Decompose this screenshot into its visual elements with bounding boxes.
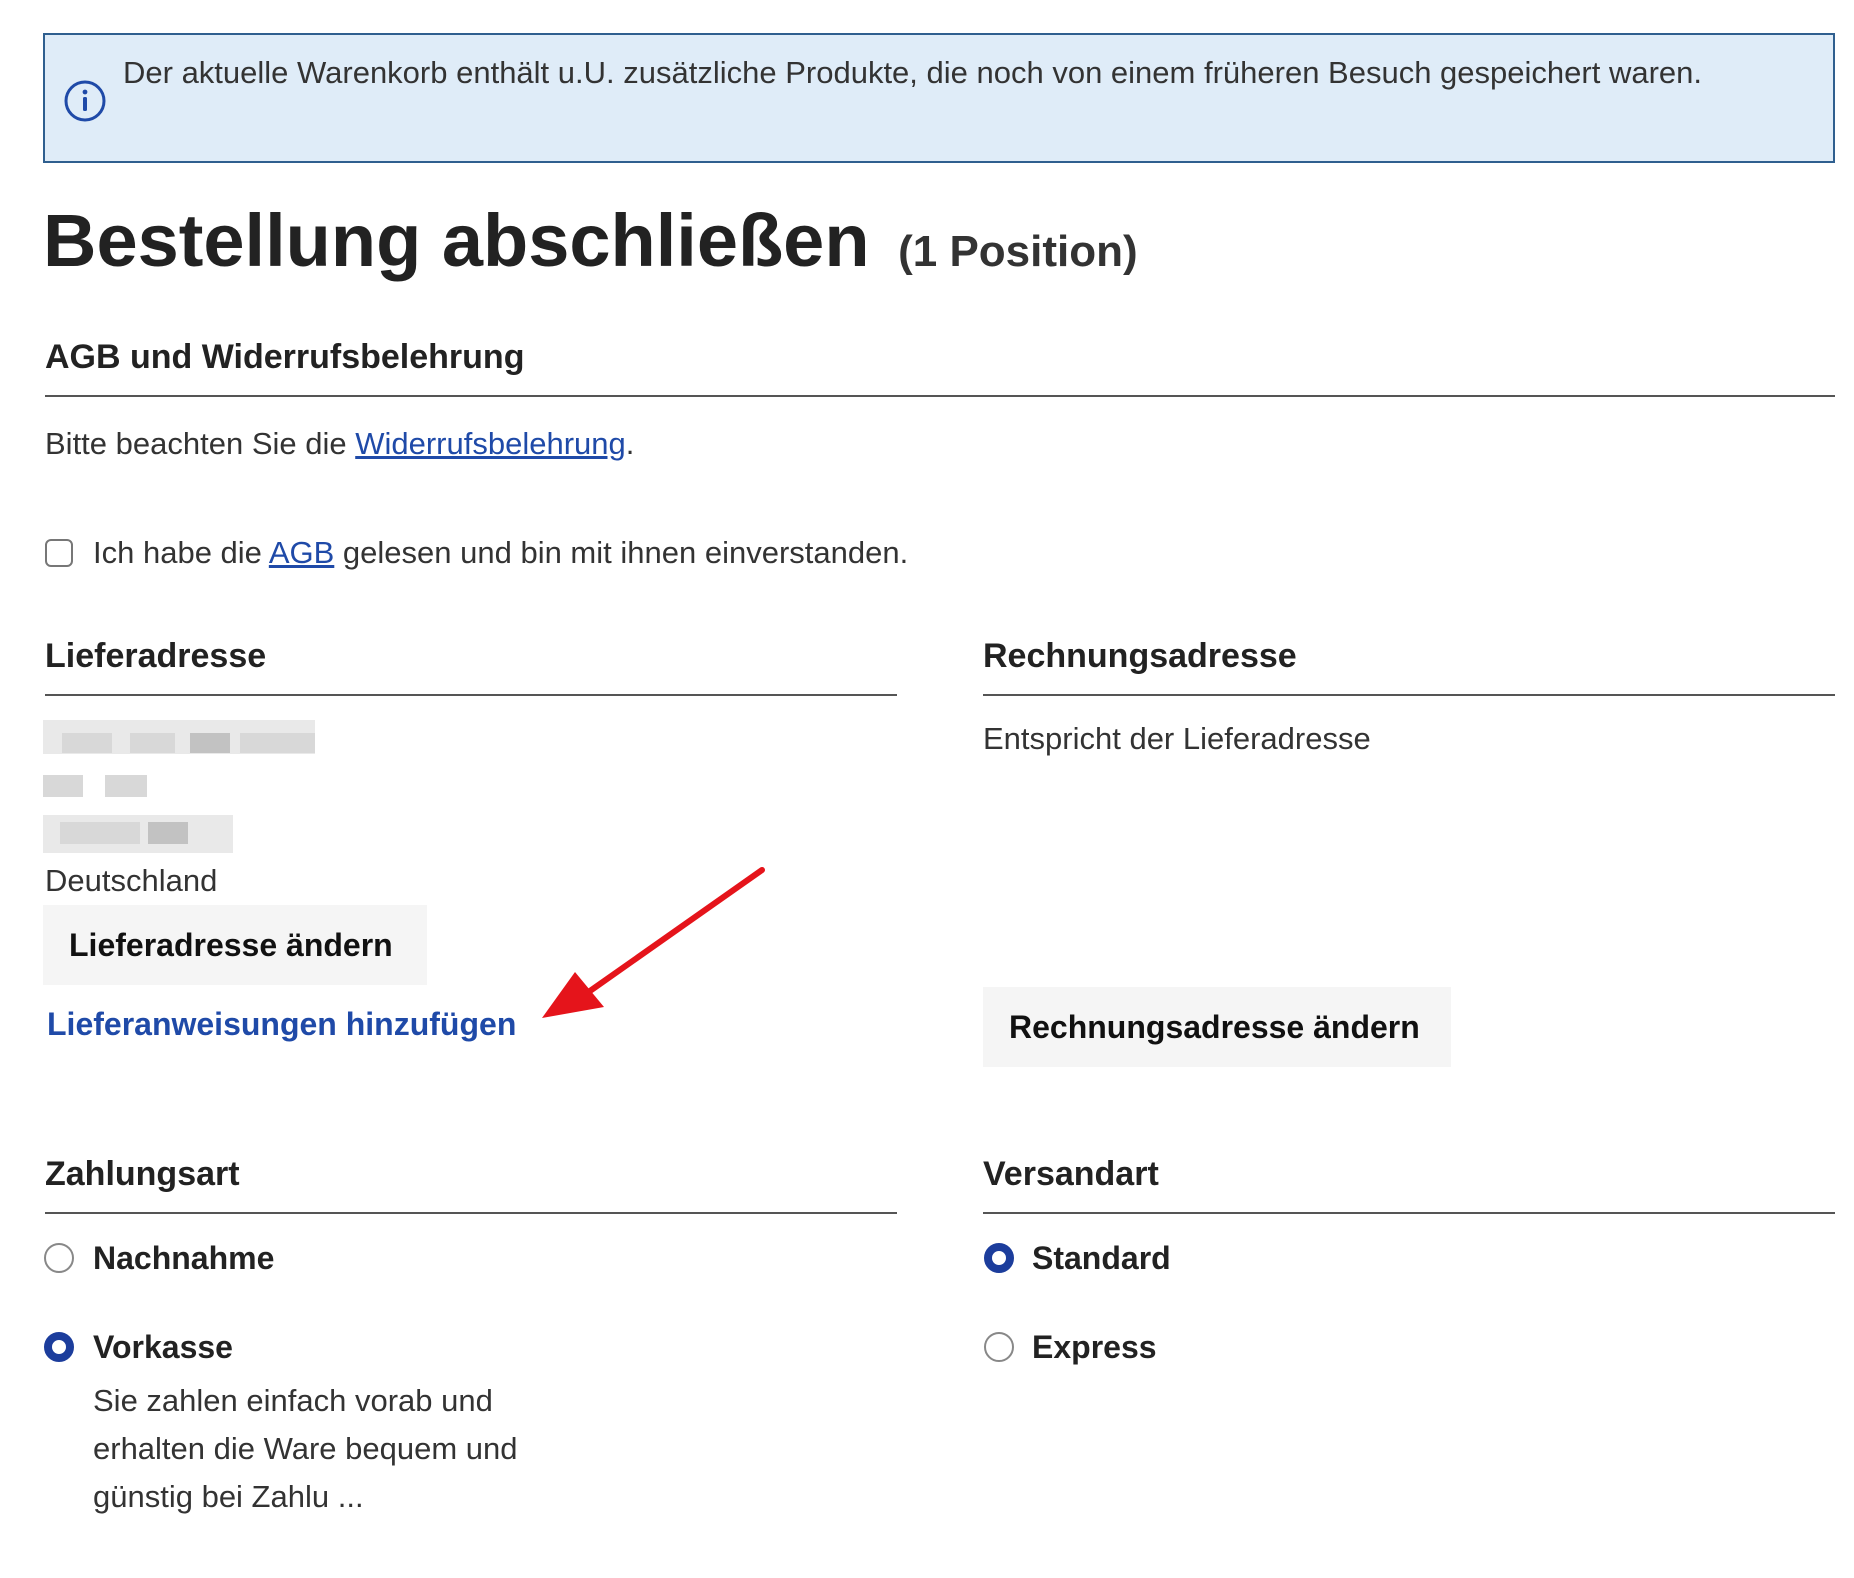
- agb-heading: AGB und Widerrufsbelehrung: [45, 338, 1835, 397]
- payment-option-vorkasse-label[interactable]: Vorkasse: [93, 1329, 233, 1366]
- add-delivery-instructions-link[interactable]: Lieferanweisungen hinzufügen: [47, 1006, 516, 1043]
- annotation-arrow-icon: [542, 867, 765, 1018]
- change-delivery-address-button[interactable]: Lieferadresse ändern: [43, 905, 427, 985]
- billing-same-as-delivery: Entspricht der Lieferadresse: [983, 721, 1371, 756]
- payment-option-nachnahme-label[interactable]: Nachnahme: [93, 1240, 274, 1277]
- agb-checkbox-label[interactable]: Ich habe die AGB gelesen und bin mit ihn…: [93, 533, 908, 573]
- shipping-option-standard-label[interactable]: Standard: [1032, 1240, 1171, 1277]
- page-title: Bestellung abschließen (1 Position): [43, 196, 1138, 297]
- radio-standard[interactable]: [984, 1243, 1014, 1273]
- change-billing-address-button[interactable]: Rechnungsadresse ändern: [983, 987, 1451, 1067]
- info-alert: Der aktuelle Warenkorb enthält u.U. zusä…: [43, 33, 1835, 163]
- item-count: (1 Position): [898, 227, 1138, 276]
- radio-vorkasse[interactable]: [44, 1332, 74, 1362]
- radio-express[interactable]: [984, 1332, 1014, 1362]
- revocation-link[interactable]: Widerrufsbelehrung: [355, 426, 626, 461]
- agb-checkbox[interactable]: [45, 539, 73, 567]
- shipping-heading: Versandart: [983, 1155, 1835, 1214]
- radio-nachnahme[interactable]: [44, 1243, 74, 1273]
- delivery-country: Deutschland: [45, 863, 218, 898]
- page-title-text: Bestellung abschließen: [43, 199, 870, 282]
- alert-message: Der aktuelle Warenkorb enthält u.U. zusä…: [123, 55, 1702, 90]
- delivery-heading: Lieferadresse: [45, 637, 897, 696]
- vorkasse-description: Sie zahlen einfach vorab und erhalten di…: [93, 1383, 518, 1514]
- agb-link[interactable]: AGB: [269, 535, 334, 570]
- info-circle-icon: [64, 80, 106, 122]
- billing-heading: Rechnungsadresse: [983, 637, 1835, 696]
- revocation-notice: Bitte beachten Sie die Widerrufsbelehrun…: [45, 426, 635, 461]
- payment-heading: Zahlungsart: [45, 1155, 897, 1214]
- shipping-option-express-label[interactable]: Express: [1032, 1329, 1157, 1366]
- redacted-street-line: [43, 775, 83, 797]
